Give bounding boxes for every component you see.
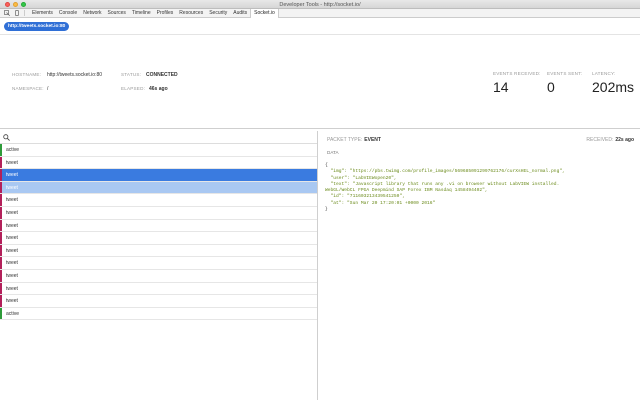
event-row[interactable]: tweet	[0, 282, 317, 296]
elapsed-label: ELAPSED:	[121, 86, 146, 91]
received-time: RECEIVED: 22s ago	[586, 137, 634, 143]
status-label: STATUS:	[121, 72, 142, 77]
elapsed-value: 46s ago	[149, 86, 168, 92]
event-row[interactable]: tweet	[0, 269, 317, 283]
connection-info-panel: HOSTNAME: http://tweets.socket.io:80 NAM…	[0, 35, 640, 129]
packet-type-value: EVENT	[364, 137, 381, 143]
tab-profiles[interactable]: Profiles	[154, 9, 177, 18]
search-input[interactable]	[12, 132, 312, 142]
device-mode-icon[interactable]	[14, 10, 20, 16]
json-line: }	[325, 207, 328, 213]
inspect-icon[interactable]	[4, 10, 10, 16]
data-label: DATA	[327, 150, 339, 155]
window-title: Developer Tools - http://socket.io/	[279, 1, 361, 8]
namespace-label: NAMESPACE:	[12, 86, 44, 91]
event-row[interactable]: tweet	[0, 219, 317, 233]
event-row[interactable]: tweet	[0, 181, 317, 195]
events-sent-value: 0	[547, 79, 555, 95]
latency-label: LATENCY:	[592, 71, 616, 76]
packet-data-json: { "img": "https://pbs.twimg.com/profile_…	[325, 163, 637, 213]
connection-bar: http://tweets.socket.io:80	[0, 18, 640, 35]
event-row[interactable]: active	[0, 144, 317, 157]
events-received-value: 14	[493, 79, 509, 95]
event-row[interactable]: tweet	[0, 194, 317, 207]
events-received-label: EVENTS RECEIVED:	[493, 71, 541, 76]
events-sent-label: EVENTS SENT:	[547, 71, 583, 76]
event-list-pane: active tweet tweet tweet tweet tweet tweet twee…	[0, 131, 318, 400]
latency-value: 202ms	[592, 79, 635, 95]
hostname-value: http://tweets.socket.io:80	[47, 72, 103, 78]
event-list: active tweet tweet tweet tweet tweet tweet twee…	[0, 144, 317, 321]
tab-console[interactable]: Console	[56, 9, 80, 18]
tab-audits[interactable]: Audits	[230, 9, 250, 18]
search-bar	[0, 131, 317, 144]
event-row[interactable]: tweet	[0, 295, 317, 308]
event-row[interactable]: tweet	[0, 232, 317, 245]
event-row[interactable]: active	[0, 307, 317, 321]
toolbar-divider	[24, 10, 25, 16]
packet-type-label: PACKET TYPE:	[327, 137, 363, 143]
event-row[interactable]: tweet	[0, 206, 317, 220]
event-row[interactable]: tweet	[0, 169, 317, 182]
received-label: RECEIVED:	[586, 137, 614, 143]
tab-security[interactable]: Security	[206, 9, 230, 18]
tab-resources[interactable]: Resources	[176, 9, 206, 18]
hostname-label: HOSTNAME:	[12, 72, 42, 77]
packet-type: PACKET TYPE: EVENT	[327, 137, 381, 143]
tab-elements[interactable]: Elements	[29, 9, 56, 18]
status-value: CONNECTED	[146, 72, 178, 78]
tab-socket-io[interactable]: Socket.io	[250, 8, 279, 18]
packet-detail-pane: PACKET TYPE: EVENT RECEIVED: 22s ago DATA …	[319, 131, 640, 400]
tab-network[interactable]: Network	[80, 9, 104, 18]
event-row[interactable]: tweet	[0, 244, 317, 258]
received-value: 22s ago	[615, 137, 634, 143]
event-row[interactable]: tweet	[0, 156, 317, 170]
devtools-toolbar: Elements Console Network Sources Timelin…	[0, 8, 640, 18]
connection-url-pill[interactable]: http://tweets.socket.io:80	[4, 22, 70, 31]
tab-timeline[interactable]: Timeline	[129, 9, 154, 18]
search-icon	[3, 134, 10, 143]
namespace-value: /	[47, 86, 49, 92]
panel-tabs: Elements Console Network Sources Timelin…	[29, 8, 279, 18]
event-row[interactable]: tweet	[0, 257, 317, 270]
tab-sources[interactable]: Sources	[105, 9, 129, 18]
